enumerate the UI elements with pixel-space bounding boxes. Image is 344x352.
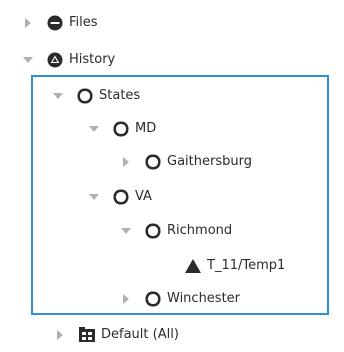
tree-node-label: States: [99, 88, 141, 103]
folder-icon: [112, 188, 130, 206]
expand-arrow-icon[interactable]: [118, 154, 134, 170]
collapse-arrow-icon[interactable]: [118, 223, 134, 239]
tree-node-va[interactable]: VA: [86, 182, 152, 212]
point-icon: [184, 257, 202, 275]
collapse-arrow-icon[interactable]: [86, 121, 102, 137]
tree-node-label: Default (All): [101, 327, 179, 342]
collapse-arrow-icon[interactable]: [86, 189, 102, 205]
tree-node-label: T_11/Temp1: [207, 258, 286, 273]
folder-icon: [144, 222, 162, 240]
database-icon: [46, 14, 64, 32]
tree-node-label: MD: [135, 121, 157, 136]
tree-node-temp1[interactable]: T_11/Temp1: [184, 251, 285, 281]
collapse-arrow-icon[interactable]: [50, 88, 66, 104]
tree-node-label: Richmond: [167, 223, 233, 238]
tree-node-files[interactable]: Files: [20, 8, 98, 38]
tree-node-gaithersburg[interactable]: Gaithersburg: [118, 147, 252, 177]
collapse-arrow-icon[interactable]: [20, 52, 36, 68]
history-icon: [46, 51, 64, 69]
tree-node-label: History: [69, 52, 116, 67]
tree-node-label: Gaithersburg: [167, 154, 252, 169]
tree-node-md[interactable]: MD: [86, 114, 156, 144]
tree-node-label: Files: [69, 15, 98, 30]
expand-arrow-icon[interactable]: [20, 15, 36, 31]
tree-node-richmond[interactable]: Richmond: [118, 216, 232, 246]
folder-icon: [112, 120, 130, 138]
folder-icon: [144, 290, 162, 308]
grid-folder-icon: [78, 326, 96, 344]
tree-node-default-all[interactable]: Default (All): [52, 320, 179, 350]
expand-arrow-icon[interactable]: [52, 327, 68, 343]
folder-icon: [144, 153, 162, 171]
expand-arrow-icon[interactable]: [118, 291, 134, 307]
tree-node-history[interactable]: History: [20, 45, 115, 75]
tree-node-winchester[interactable]: Winchester: [118, 284, 240, 314]
folder-icon: [76, 87, 94, 105]
tree-node-states[interactable]: States: [50, 81, 140, 111]
tree-node-label: VA: [135, 189, 152, 204]
tree-node-label: Winchester: [167, 291, 241, 306]
